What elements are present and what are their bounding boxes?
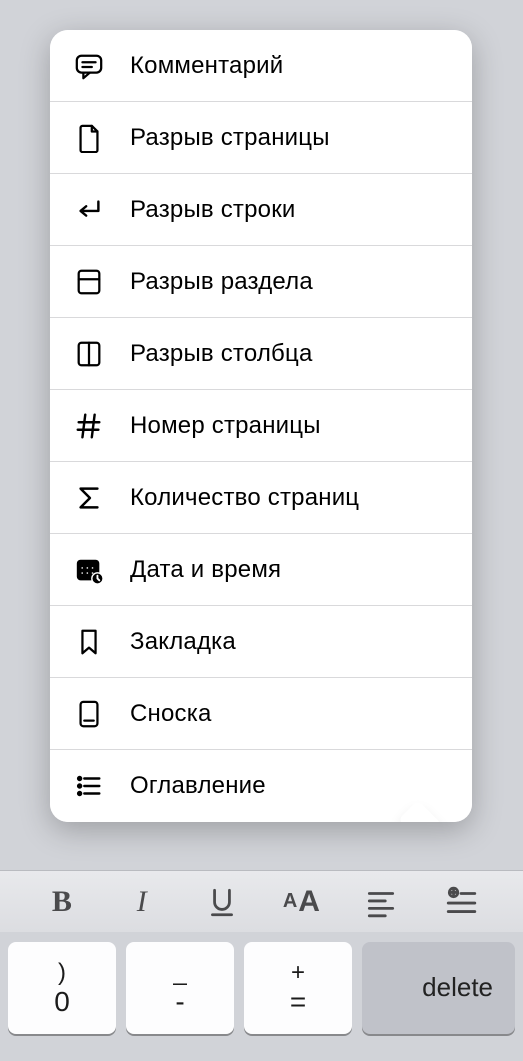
italic-label: I: [137, 885, 147, 919]
menu-item-label: Оглавление: [130, 772, 266, 800]
text-size-button[interactable]: A A: [261, 871, 341, 932]
menu-item-label: Дата и время: [130, 556, 281, 584]
text-size-label: A: [283, 890, 297, 913]
toc-icon: [72, 769, 106, 803]
hash-icon: [72, 409, 106, 443]
page-break-icon: [72, 121, 106, 155]
menu-item-bookmark[interactable]: Закладка: [50, 606, 472, 678]
format-toolbar: B I A A: [0, 870, 523, 932]
menu-item-label: Сноска: [130, 700, 212, 728]
sigma-icon: [72, 481, 106, 515]
menu-item-footnote[interactable]: Сноска: [50, 678, 472, 750]
key-bot: -: [175, 987, 184, 1016]
calendar-icon: [72, 553, 106, 587]
keyboard-row: ) 0 _ - + = delete: [0, 932, 523, 1061]
menu-item-label: Разрыв раздела: [130, 268, 313, 296]
key-delete-label: delete: [422, 974, 493, 1001]
key-top: ): [58, 960, 66, 985]
line-break-icon: [72, 193, 106, 227]
menu-item-label: Комментарий: [130, 52, 283, 80]
section-break-icon: [72, 265, 106, 299]
key-bot: 0: [54, 987, 70, 1016]
bold-button[interactable]: B: [22, 871, 102, 932]
comment-icon: [72, 49, 106, 83]
key-top: _: [173, 960, 186, 985]
menu-item-section-break[interactable]: Разрыв раздела: [50, 246, 472, 318]
menu-item-line-break[interactable]: Разрыв строки: [50, 174, 472, 246]
footnote-icon: [72, 697, 106, 731]
underline-button[interactable]: [182, 871, 262, 932]
text-size-label-big: A: [298, 885, 320, 919]
menu-item-date-time[interactable]: Дата и время: [50, 534, 472, 606]
menu-item-label: Закладка: [130, 628, 236, 656]
menu-item-page-number[interactable]: Номер страницы: [50, 390, 472, 462]
column-break-icon: [72, 337, 106, 371]
menu-item-page-break[interactable]: Разрыв страницы: [50, 102, 472, 174]
menu-item-page-count[interactable]: Количество страниц: [50, 462, 472, 534]
menu-item-label: Разрыв страницы: [130, 124, 330, 152]
bookmark-icon: [72, 625, 106, 659]
key-paren-0[interactable]: ) 0: [8, 942, 116, 1034]
align-button[interactable]: [341, 871, 421, 932]
key-bot: =: [290, 987, 306, 1016]
menu-item-label: Номер страницы: [130, 412, 321, 440]
menu-item-label: Количество страниц: [130, 484, 359, 512]
insert-menu-popover: Комментарий Разрыв страницы Разрыв строк…: [50, 30, 472, 822]
menu-item-label: Разрыв строки: [130, 196, 296, 224]
italic-button[interactable]: I: [102, 871, 182, 932]
key-top: +: [291, 960, 305, 985]
menu-item-comment[interactable]: Комментарий: [50, 30, 472, 102]
menu-item-toc[interactable]: Оглавление: [50, 750, 472, 822]
key-plus-equals[interactable]: + =: [244, 942, 352, 1034]
menu-item-column-break[interactable]: Разрыв столбца: [50, 318, 472, 390]
menu-item-label: Разрыв столбца: [130, 340, 313, 368]
insert-button[interactable]: [421, 871, 501, 932]
key-underscore-minus[interactable]: _ -: [126, 942, 234, 1034]
bold-label: B: [52, 885, 72, 919]
key-delete[interactable]: delete: [362, 942, 515, 1034]
